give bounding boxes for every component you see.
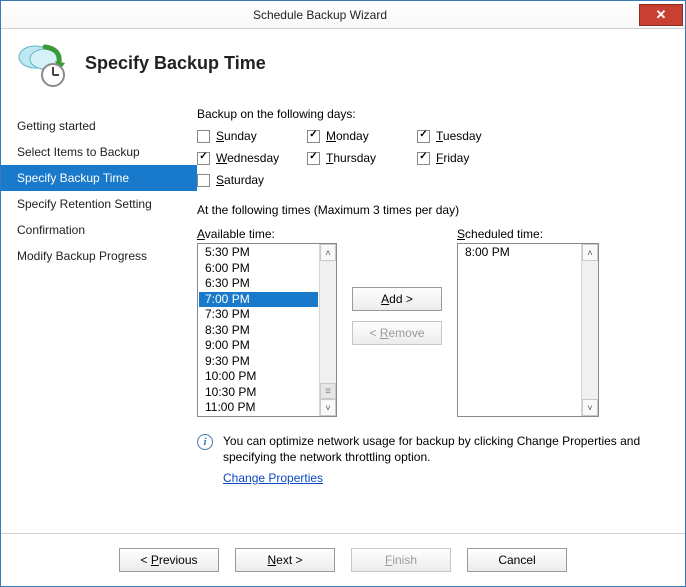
day-option[interactable]: Saturday bbox=[197, 173, 307, 187]
wizard-window: Schedule Backup Wizard ✕ Specify Backup … bbox=[0, 0, 686, 587]
scrollbar[interactable]: ˄ ≡ ˅ bbox=[319, 244, 336, 416]
days-grid: Sunday Monday Tuesday Wednesday Thursday Frid… bbox=[197, 129, 667, 187]
day-label: Wednesday bbox=[216, 151, 279, 165]
remove-button: < Remove bbox=[352, 321, 442, 345]
scroll-track[interactable]: ≡ bbox=[320, 261, 336, 399]
list-item[interactable]: 9:00 PM bbox=[199, 338, 318, 354]
sidebar-item[interactable]: Modify Backup Progress bbox=[1, 243, 197, 269]
available-column: Available time: 5:30 PM6:00 PM6:30 PM7:0… bbox=[197, 227, 337, 417]
day-label: Sunday bbox=[216, 129, 257, 143]
scroll-down-button[interactable]: ˅ bbox=[320, 399, 336, 416]
info-row: i You can optimize network usage for bac… bbox=[197, 433, 667, 485]
cancel-button[interactable]: Cancel bbox=[467, 548, 567, 572]
scroll-up-button[interactable]: ˄ bbox=[320, 244, 336, 261]
sidebar-item[interactable]: Specify Retention Setting bbox=[1, 191, 197, 217]
change-properties-link[interactable]: Change Properties bbox=[223, 471, 323, 485]
scheduled-time-listbox[interactable]: 8:00 PM ˄ ˅ bbox=[457, 243, 599, 417]
wizard-steps-sidebar: Getting startedSelect Items to BackupSpe… bbox=[1, 107, 197, 527]
available-time-listbox[interactable]: 5:30 PM6:00 PM6:30 PM7:00 PM7:30 PM8:30 … bbox=[197, 243, 337, 417]
day-label: Tuesday bbox=[436, 129, 482, 143]
time-lists-row: Available time: 5:30 PM6:00 PM6:30 PM7:0… bbox=[197, 227, 667, 417]
wizard-footer: < Previous Next > Finish Cancel bbox=[1, 533, 685, 586]
info-block: You can optimize network usage for backu… bbox=[223, 433, 667, 485]
list-item[interactable]: 10:00 PM bbox=[199, 369, 318, 385]
day-option[interactable]: Friday bbox=[417, 151, 527, 165]
wizard-body: Specify Backup Time Getting startedSelec… bbox=[1, 29, 685, 586]
add-button[interactable]: Add > bbox=[352, 287, 442, 311]
day-option[interactable]: Tuesday bbox=[417, 129, 527, 143]
window-title: Schedule Backup Wizard bbox=[1, 8, 639, 22]
list-item[interactable]: 6:00 PM bbox=[199, 261, 318, 277]
page-header: Specify Backup Time bbox=[1, 29, 685, 93]
list-item[interactable]: 6:30 PM bbox=[199, 276, 318, 292]
info-text: You can optimize network usage for backu… bbox=[223, 433, 667, 465]
list-item[interactable]: 9:30 PM bbox=[199, 354, 318, 370]
day-option[interactable]: Monday bbox=[307, 129, 417, 143]
titlebar: Schedule Backup Wizard ✕ bbox=[1, 1, 685, 29]
list-item[interactable]: 7:00 PM bbox=[199, 292, 318, 308]
scroll-down-button[interactable]: ˅ bbox=[582, 399, 598, 416]
transfer-buttons: Add > < Remove bbox=[347, 227, 447, 345]
checkbox[interactable] bbox=[197, 152, 210, 165]
days-section-label: Backup on the following days: bbox=[197, 107, 667, 121]
info-icon: i bbox=[197, 434, 213, 450]
day-option[interactable]: Thursday bbox=[307, 151, 417, 165]
backup-schedule-icon bbox=[15, 39, 69, 87]
scroll-up-button[interactable]: ˄ bbox=[582, 244, 598, 261]
scheduled-caption: Scheduled time: bbox=[457, 227, 599, 241]
list-item[interactable]: 5:30 PM bbox=[199, 245, 318, 261]
list-item[interactable]: 10:30 PM bbox=[199, 385, 318, 401]
checkbox[interactable] bbox=[197, 174, 210, 187]
sidebar-item[interactable]: Getting started bbox=[1, 113, 197, 139]
checkbox[interactable] bbox=[197, 130, 210, 143]
close-icon: ✕ bbox=[656, 7, 667, 23]
list-item[interactable]: 8:30 PM bbox=[199, 323, 318, 339]
page-title: Specify Backup Time bbox=[85, 53, 266, 74]
scrollbar[interactable]: ˄ ˅ bbox=[581, 244, 598, 416]
close-button[interactable]: ✕ bbox=[639, 4, 683, 26]
day-option[interactable]: Sunday bbox=[197, 129, 307, 143]
checkbox[interactable] bbox=[417, 130, 430, 143]
day-label: Friday bbox=[436, 151, 469, 165]
available-caption: Available time: bbox=[197, 227, 337, 241]
checkbox[interactable] bbox=[307, 130, 320, 143]
list-item[interactable]: 8:00 PM bbox=[459, 245, 580, 261]
sidebar-item[interactable]: Specify Backup Time bbox=[1, 165, 197, 191]
next-button[interactable]: Next > bbox=[235, 548, 335, 572]
day-option[interactable]: Wednesday bbox=[197, 151, 307, 165]
content-row: Getting startedSelect Items to BackupSpe… bbox=[1, 93, 685, 533]
checkbox[interactable] bbox=[307, 152, 320, 165]
main-panel: Backup on the following days: Sunday Mond… bbox=[197, 107, 667, 527]
checkbox[interactable] bbox=[417, 152, 430, 165]
scheduled-column: Scheduled time: 8:00 PM ˄ ˅ bbox=[457, 227, 599, 417]
day-label: Thursday bbox=[326, 151, 376, 165]
list-item[interactable]: 11:00 PM bbox=[199, 400, 318, 415]
finish-button: Finish bbox=[351, 548, 451, 572]
list-item[interactable]: 7:30 PM bbox=[199, 307, 318, 323]
scroll-track[interactable] bbox=[582, 261, 598, 399]
previous-button[interactable]: < Previous bbox=[119, 548, 219, 572]
scroll-thumb[interactable]: ≡ bbox=[320, 383, 336, 399]
sidebar-item[interactable]: Select Items to Backup bbox=[1, 139, 197, 165]
day-label: Saturday bbox=[216, 173, 264, 187]
day-label: Monday bbox=[326, 129, 369, 143]
sidebar-item[interactable]: Confirmation bbox=[1, 217, 197, 243]
times-section-label: At the following times (Maximum 3 times … bbox=[197, 203, 667, 217]
